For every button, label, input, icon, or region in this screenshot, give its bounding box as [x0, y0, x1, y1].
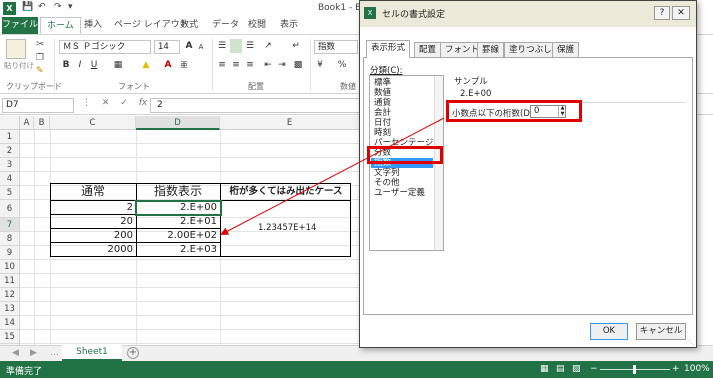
annotation-arrow	[220, 117, 445, 235]
tab-number-format[interactable]: 表示形式	[366, 40, 411, 58]
